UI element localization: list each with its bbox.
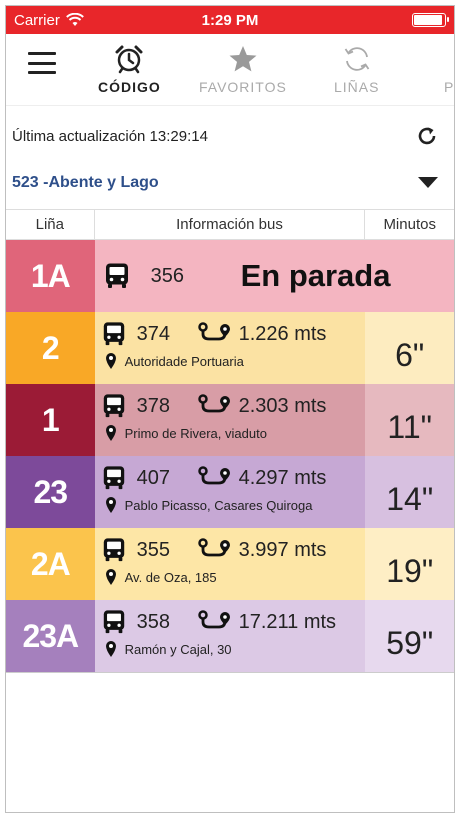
phone-screen: Carrier 1:29 PM CÓDIGO FAVORITOS LIÑAS P… (5, 5, 455, 813)
table-row[interactable]: 23A 358 17.211 mts Ramón y Cajal, 30 59" (6, 600, 454, 672)
location-pin-icon (105, 569, 116, 585)
bus-distance: 1.226 mts (238, 322, 327, 345)
bus-icon (103, 394, 124, 418)
wifi-icon (65, 13, 84, 26)
header-minutes: Minutos (383, 216, 436, 233)
tab-bar: CÓDIGO FAVORITOS LIÑAS P (6, 34, 454, 106)
location-pin-icon (105, 497, 116, 513)
location-pin-icon (105, 641, 116, 657)
line-badge: 2 (6, 312, 95, 384)
star-icon (229, 46, 257, 72)
hamburger-menu-button[interactable] (28, 52, 56, 74)
last-update-row: Última actualización 13:29:14 (6, 116, 454, 156)
line-badge: 1 (6, 384, 95, 456)
route-distance-icon (197, 610, 230, 629)
table-row[interactable]: 2A 355 3.997 mts Av. de Oza, 185 19" (6, 528, 454, 600)
dropdown-arrow-icon[interactable] (418, 177, 438, 188)
tab-favoritos-label: FAVORITOS (199, 79, 287, 95)
bus-number: 374 (136, 322, 170, 345)
bus-distance: 4.297 mts (238, 466, 327, 489)
line-badge: 2A (6, 528, 95, 600)
bus-location: Pablo Picasso, Casares Quiroga (124, 497, 313, 513)
bus-icon (103, 466, 124, 490)
route-distance-icon (197, 394, 230, 413)
arriving-info: 356 En parada (94, 240, 454, 312)
bus-distance: 3.997 mts (238, 538, 327, 561)
bus-info: 374 1.226 mts Autoridade Portuaria (94, 312, 366, 384)
stop-name: 523 -Abente y Lago (12, 173, 159, 191)
minutes-cell: 11" (365, 384, 454, 456)
status-time: 1:29 PM (201, 11, 259, 29)
table-row[interactable]: 1 378 2.303 mts Primo de Rivera, viaduto… (6, 384, 454, 456)
last-update-text: Última actualización 13:29:14 (12, 127, 208, 145)
table-row-arriving[interactable]: 1A 356 En parada (6, 240, 454, 312)
location-pin-icon (105, 425, 116, 441)
alarm-clock-icon (115, 45, 143, 74)
bus-location: Primo de Rivera, viaduto (124, 425, 267, 441)
carrier-area: Carrier (14, 12, 134, 29)
table-row[interactable]: 23 407 4.297 mts Pablo Picasso, Casares … (6, 456, 454, 528)
bus-info: 355 3.997 mts Av. de Oza, 185 (94, 528, 366, 600)
route-distance-icon (197, 322, 230, 341)
arrivals-table: 1A 356 En parada 2 374 1.226 mts Autorid… (6, 240, 454, 672)
table-bottom-divider (6, 672, 454, 673)
bus-location: Ramón y Cajal, 30 (124, 641, 232, 657)
tab-linas[interactable]: LIÑAS (334, 44, 379, 95)
minutes-cell: 59" (365, 600, 454, 672)
bus-number: 407 (136, 466, 170, 489)
tab-codigo-label: CÓDIGO (98, 79, 161, 95)
location-pin-icon (105, 353, 116, 369)
status-bar: Carrier 1:29 PM (6, 6, 454, 34)
bus-icon (103, 538, 124, 562)
refresh-cycle-icon (344, 47, 369, 71)
tab-codigo[interactable]: CÓDIGO (98, 44, 161, 95)
table-row[interactable]: 2 374 1.226 mts Autoridade Portuaria 6" (6, 312, 454, 384)
refresh-button[interactable] (416, 125, 438, 147)
tab-favoritos[interactable]: FAVORITOS (199, 44, 287, 95)
bus-location: Autoridade Portuaria (124, 353, 244, 369)
bus-icon (105, 263, 128, 288)
bus-info: 407 4.297 mts Pablo Picasso, Casares Qui… (94, 456, 366, 528)
tab-partial[interactable]: P (444, 44, 455, 95)
bus-icon (103, 322, 124, 346)
tab-partial-label: P (444, 79, 455, 95)
bus-location: Av. de Oza, 185 (124, 569, 217, 585)
bus-number: 356 (150, 264, 184, 287)
line-badge: 23A (6, 600, 95, 672)
bus-number: 355 (136, 538, 170, 561)
bus-number: 358 (136, 610, 170, 633)
arrival-status: En parada (240, 258, 391, 293)
minutes-cell: 19" (365, 528, 454, 600)
bus-number: 378 (136, 394, 170, 417)
minutes-cell: 6" (365, 312, 454, 384)
line-badge: 1A (6, 240, 95, 312)
table-header: Liña Información bus Minutos (6, 210, 454, 240)
bus-info: 358 17.211 mts Ramón y Cajal, 30 (94, 600, 366, 672)
header-info: Información bus (95, 210, 366, 239)
carrier-name: Carrier (14, 11, 60, 29)
bus-distance: 2.303 mts (238, 394, 327, 417)
bus-icon (103, 610, 124, 634)
battery-icon (411, 13, 449, 27)
minutes-cell: 14" (365, 456, 454, 528)
header-line: Liña (6, 210, 95, 239)
route-distance-icon (197, 538, 230, 557)
route-distance-icon (197, 466, 230, 485)
battery-area (326, 13, 449, 27)
bus-distance: 17.211 mts (238, 610, 337, 633)
tab-linas-label: LIÑAS (334, 79, 380, 95)
stop-selector[interactable]: 523 -Abente y Lago (6, 156, 454, 210)
bus-info: 378 2.303 mts Primo de Rivera, viaduto (94, 384, 366, 456)
line-badge: 23 (6, 456, 95, 528)
